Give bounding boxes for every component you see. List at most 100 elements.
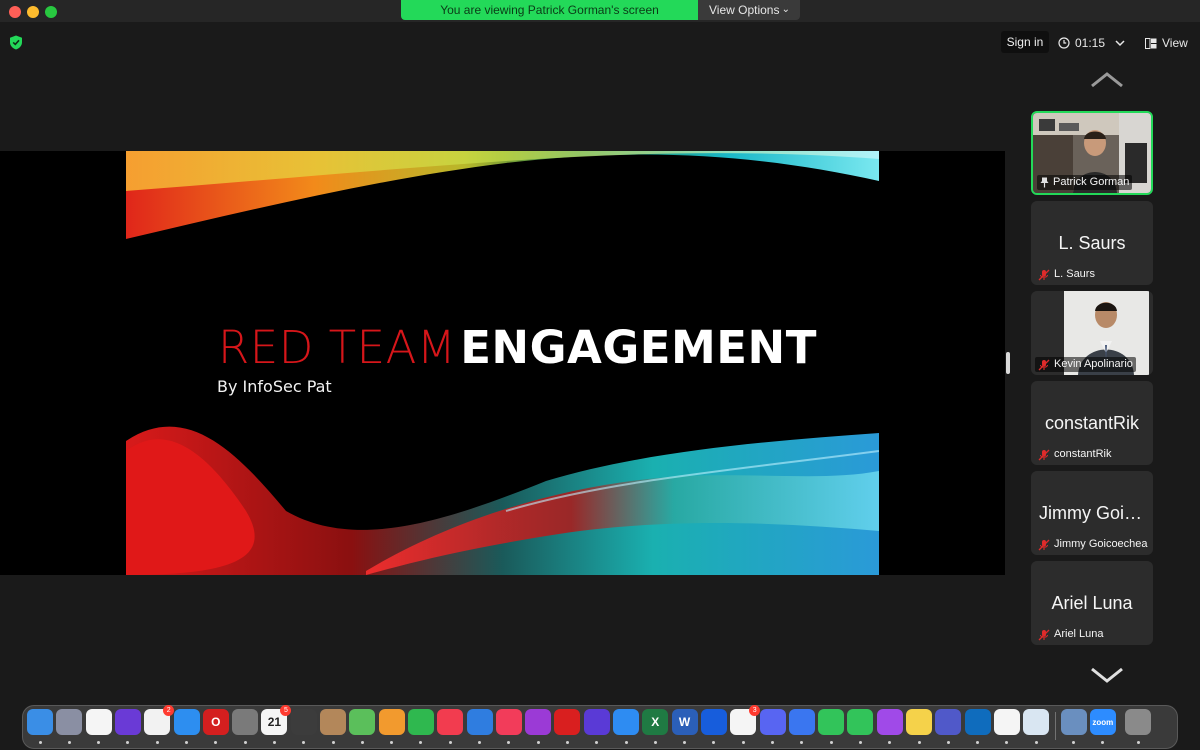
bitwarden-icon[interactable]	[700, 709, 727, 735]
participant-name: constantRik	[1054, 448, 1112, 460]
maps-icon[interactable]	[349, 709, 376, 735]
participant-display-name: Jimmy Goico...	[1039, 503, 1153, 523]
opera-glyph: O	[211, 715, 221, 729]
running-indicator	[1072, 741, 1075, 744]
view-options-button[interactable]: View Options ⌄	[698, 0, 800, 20]
messenger-icon[interactable]	[876, 709, 903, 735]
running-indicator	[67, 741, 71, 744]
participant-tile[interactable]: Jimmy Goico... Jimmy Goicoechea	[1031, 471, 1153, 555]
participant-name: Ariel Luna	[1054, 628, 1104, 640]
mic-muted-icon	[1038, 629, 1050, 640]
screen-share-icon[interactable]	[1060, 709, 1087, 735]
facetime-icon[interactable]	[847, 709, 874, 735]
running-indicator	[829, 741, 833, 744]
opera-icon[interactable]: O	[202, 709, 229, 735]
running-indicator	[917, 741, 921, 744]
grid-view-icon	[1145, 37, 1157, 49]
preview-icon[interactable]	[1023, 709, 1050, 735]
chevron-up-icon[interactable]	[1090, 70, 1124, 90]
imovie-icon[interactable]	[583, 709, 610, 735]
numbers-icon[interactable]	[407, 709, 434, 735]
running-indicator	[771, 741, 774, 744]
safari-icon[interactable]	[173, 709, 200, 735]
running-indicator	[1034, 741, 1038, 744]
participant-tile[interactable]: Patrick Gorman	[1031, 111, 1153, 195]
running-indicator	[185, 741, 188, 744]
zoom-icon[interactable]: zoom	[1089, 709, 1116, 735]
chevron-down-icon[interactable]	[1090, 665, 1124, 685]
view-options-label: View Options	[709, 3, 780, 17]
participant-tile[interactable]: L. Saurs L. Saurs	[1031, 201, 1153, 285]
excel-icon[interactable]: X	[642, 709, 669, 735]
discord-icon[interactable]	[759, 709, 786, 735]
participant-name-label: L. Saurs	[1035, 267, 1098, 282]
music-icon[interactable]	[495, 709, 522, 735]
running-indicator	[448, 741, 452, 744]
pin-icon	[1040, 177, 1049, 188]
participant-name-label: Patrick Gorman	[1037, 175, 1133, 190]
running-indicator	[858, 741, 862, 744]
running-indicator	[38, 741, 42, 744]
teams-icon[interactable]	[935, 709, 962, 735]
trash-icon[interactable]	[1125, 709, 1152, 735]
finder-icon[interactable]	[27, 709, 53, 735]
running-indicator	[243, 741, 247, 744]
running-indicator	[946, 741, 950, 744]
keynote-icon[interactable]	[466, 709, 493, 735]
maximize-window-button[interactable]	[45, 6, 57, 18]
photos-icon[interactable]	[85, 709, 112, 735]
running-indicator	[1136, 741, 1140, 744]
news-icon[interactable]	[437, 709, 464, 735]
minimize-window-button[interactable]	[27, 6, 39, 18]
participant-name: Kevin Apolinario	[1054, 358, 1133, 370]
excel-glyph: X	[651, 715, 660, 729]
zoom-glyph: zoom	[1092, 717, 1114, 727]
running-indicator	[741, 741, 745, 744]
running-indicator	[565, 741, 569, 744]
siri-icon[interactable]	[114, 709, 141, 735]
launchpad-icon[interactable]	[56, 709, 83, 735]
zoom-window: You are viewing Patrick Gorman's screen …	[0, 0, 1200, 750]
participant-tile[interactable]: Ariel Luna Ariel Luna	[1031, 561, 1153, 645]
participant-tile[interactable]: Kevin Apolinario	[1031, 291, 1153, 375]
clock-icon	[1058, 37, 1070, 49]
chevron-down-icon[interactable]	[1115, 39, 1125, 47]
chrome-icon[interactable]	[993, 709, 1020, 735]
view-button[interactable]: View	[1145, 36, 1188, 50]
running-indicator	[478, 741, 481, 744]
app-store-icon[interactable]	[613, 709, 639, 735]
contacts-icon[interactable]	[320, 709, 346, 735]
slack-icon[interactable]: 3	[730, 705, 761, 735]
reminders-icon[interactable]: 2	[144, 705, 175, 735]
sign-in-button[interactable]: Sign in	[1001, 31, 1049, 53]
meeting-timer[interactable]: 01:15	[1058, 36, 1105, 50]
calculator-icon[interactable]	[290, 709, 317, 735]
acrobat-icon[interactable]	[554, 709, 581, 735]
participant-display-name: L. Saurs	[1058, 233, 1126, 253]
participant-name: L. Saurs	[1054, 268, 1095, 280]
participant-name: Jimmy Goicoechea	[1054, 538, 1148, 550]
system-preferences-icon[interactable]	[232, 709, 259, 735]
podcasts-icon[interactable]	[525, 709, 552, 735]
encryption-shield-icon[interactable]	[9, 35, 23, 50]
presentation-slide: RED TEAMENGAGEMENT By InfoSec Pat	[126, 151, 879, 575]
calendar-icon[interactable]: 21 5	[261, 705, 292, 735]
notes-icon[interactable]	[906, 709, 932, 735]
timer-value: 01:15	[1075, 36, 1106, 50]
panel-resize-handle[interactable]	[1006, 352, 1010, 374]
close-window-button[interactable]	[9, 6, 21, 18]
word-icon[interactable]: W	[671, 709, 698, 735]
outlook-icon[interactable]	[964, 709, 991, 735]
participant-tile[interactable]: constantRik constantRik	[1031, 381, 1153, 465]
slide-subtitle: By InfoSec Pat	[217, 377, 332, 396]
view-label: View	[1162, 36, 1188, 50]
pages-icon[interactable]	[378, 709, 405, 735]
running-indicator	[331, 741, 335, 744]
participant-name: Patrick Gorman	[1053, 176, 1130, 188]
signal-icon[interactable]	[788, 709, 815, 735]
participant-display-name: constantRik	[1044, 413, 1140, 433]
messages-icon[interactable]	[818, 709, 845, 735]
mic-muted-icon	[1038, 449, 1050, 460]
running-indicator	[155, 741, 159, 744]
mic-muted-icon	[1038, 359, 1050, 370]
